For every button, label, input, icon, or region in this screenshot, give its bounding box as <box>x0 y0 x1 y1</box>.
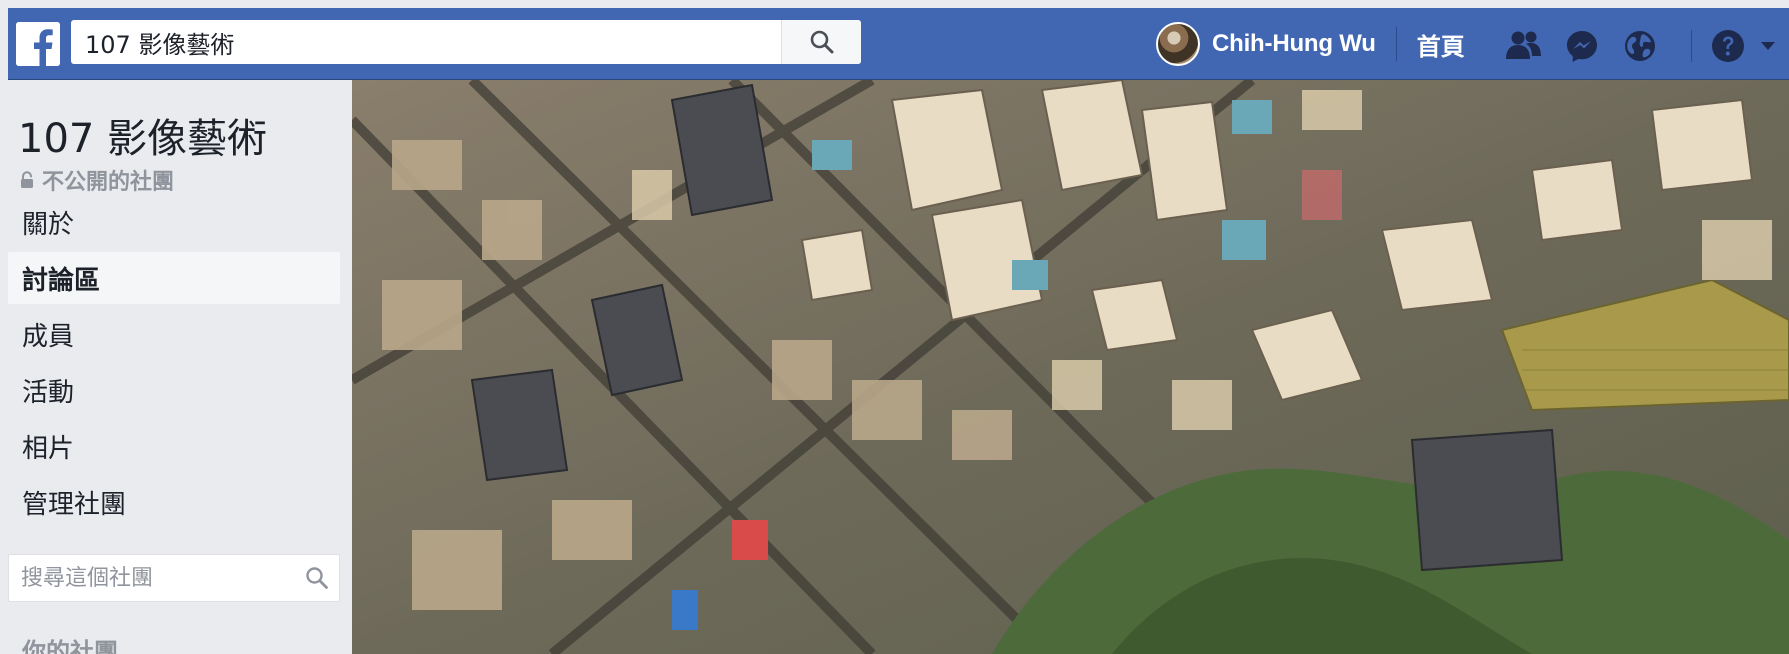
group-search-button[interactable] <box>295 566 339 590</box>
help-icon <box>1712 30 1744 62</box>
your-groups-heading: 你的社團 <box>22 638 118 654</box>
avatar[interactable] <box>1156 22 1200 66</box>
search-button[interactable] <box>781 20 861 64</box>
group-privacy-label: 不公開的社團 <box>42 170 175 195</box>
group-title[interactable]: 107 影像藝術 <box>18 106 267 164</box>
account-menu-button[interactable] <box>1748 26 1788 66</box>
lock-icon <box>21 171 33 188</box>
sidebar-item-discussion[interactable]: 討論區 <box>8 252 340 304</box>
messenger-button[interactable] <box>1560 26 1604 66</box>
group-privacy: 不公開的社團 <box>20 164 174 196</box>
facebook-logo-icon[interactable] <box>16 22 60 66</box>
search-bar <box>71 20 861 64</box>
user-name-link[interactable]: Chih-Hung Wu <box>1212 30 1376 58</box>
sidebar-item-about[interactable]: 關於 <box>8 196 340 248</box>
help-area <box>1708 26 1788 66</box>
group-search-box <box>8 554 340 602</box>
globe-icon <box>1625 31 1655 61</box>
sidebar-item-photos[interactable]: 相片 <box>8 420 340 472</box>
search-icon <box>306 567 328 589</box>
notifications-button[interactable] <box>1618 26 1662 66</box>
divider <box>1395 27 1397 61</box>
top-bar: Chih-Hung Wu 首頁 <box>8 8 1789 80</box>
divider <box>1691 30 1692 62</box>
sidebar-item-label: 活動 <box>22 377 75 408</box>
caret-down-icon <box>1761 42 1775 50</box>
home-link[interactable]: 首頁 <box>1417 27 1465 62</box>
sidebar-item-label: 管理社團 <box>22 489 127 520</box>
sidebar-item-label: 相片 <box>22 433 75 464</box>
search-input[interactable] <box>71 20 781 64</box>
messenger-icon <box>1567 31 1597 62</box>
friends-button[interactable] <box>1502 26 1546 66</box>
sidebar-item-events[interactable]: 活動 <box>8 364 340 416</box>
sidebar-item-label: 成員 <box>22 321 75 352</box>
friends-icon <box>1506 31 1541 59</box>
sidebar-item-manage-group[interactable]: 管理社團 <box>8 476 340 528</box>
cover-photo-image <box>352 80 1789 654</box>
cover-photo[interactable] <box>352 80 1789 654</box>
group-nav: 關於 討論區 成員 活動 相片 管理社團 <box>8 196 340 532</box>
group-sidebar: 107 影像藝術 不公開的社團 關於 討論區 成員 活動 相片 管理社團 搜尋這… <box>8 80 352 654</box>
group-search-input[interactable] <box>9 555 295 601</box>
notification-icons <box>1502 26 1676 66</box>
user-area: Chih-Hung Wu 首頁 <box>1156 18 1465 70</box>
sidebar-item-label: 關於 <box>22 209 75 240</box>
help-button[interactable] <box>1708 26 1748 66</box>
screen: Chih-Hung Wu 首頁 <box>0 0 1789 654</box>
sidebar-item-label: 討論區 <box>22 265 101 296</box>
search-icon <box>810 30 833 54</box>
sidebar-item-members[interactable]: 成員 <box>8 308 340 360</box>
